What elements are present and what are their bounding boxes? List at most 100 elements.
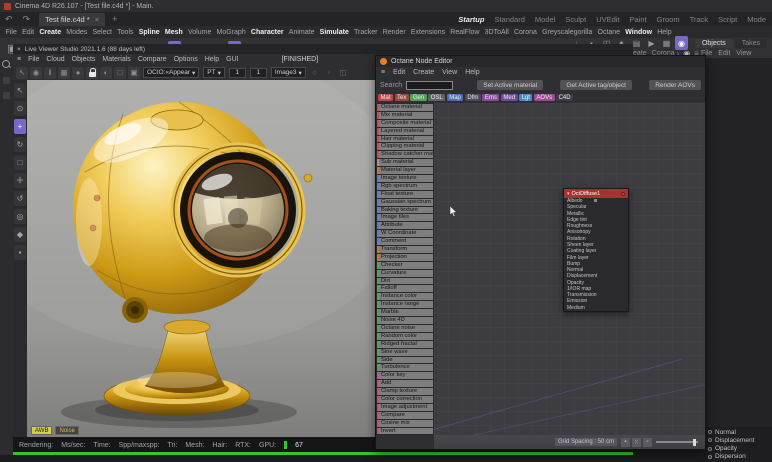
node-type-item[interactable]: Cosine mix: [377, 420, 433, 427]
get-active-tag-button[interactable]: Get Active tag/object: [560, 80, 632, 90]
zoom-slider[interactable]: [656, 441, 698, 443]
category-chip[interactable]: Gen: [410, 94, 426, 101]
ne-menu-item[interactable]: Edit: [393, 69, 405, 76]
node-type-item[interactable]: Transform: [377, 246, 433, 253]
node-color-dot[interactable]: [621, 192, 625, 196]
category-chip[interactable]: Mat: [378, 94, 393, 101]
node-type-item[interactable]: Sub material: [377, 159, 433, 166]
lv-menu-item[interactable]: Materials: [102, 56, 130, 63]
render-aovs-button[interactable]: Render AOVs: [649, 80, 701, 90]
close-tab-icon[interactable]: ×: [95, 15, 99, 24]
palette-tool-icon[interactable]: [3, 77, 10, 84]
node-type-item[interactable]: Image tiles: [377, 214, 433, 221]
node-type-item[interactable]: Mix material: [377, 112, 433, 119]
layout-tab[interactable]: Track: [690, 15, 708, 24]
pick-material-icon[interactable]: ●: [72, 67, 84, 79]
menu-item[interactable]: Tracker: [351, 29, 380, 36]
node-type-item[interactable]: Composite material: [377, 120, 433, 127]
lv-menu-item[interactable]: Compare: [138, 56, 167, 63]
layout-tab[interactable]: Standard: [494, 15, 524, 24]
ne-menu-item[interactable]: Help: [465, 69, 479, 76]
node-type-item[interactable]: Float texture: [377, 191, 433, 198]
category-chip[interactable]: Ems: [482, 94, 499, 101]
om-menu-item[interactable]: Edit: [718, 50, 730, 57]
menu-item[interactable]: Corona: [511, 29, 539, 36]
lv-menu-item[interactable]: GUI: [226, 56, 238, 63]
category-chip[interactable]: Map: [447, 94, 464, 101]
camera-lock-icon[interactable]: ◉: [30, 67, 42, 79]
node-type-item[interactable]: Instance range: [377, 301, 433, 308]
node-type-item[interactable]: Material layer: [377, 167, 433, 174]
node-type-item[interactable]: Octane noise: [377, 325, 433, 332]
fit-view-icon[interactable]: ▫: [643, 438, 652, 447]
menu-item[interactable]: Greyscalegorilla: [540, 29, 595, 36]
redo-icon[interactable]: ↷: [18, 14, 36, 25]
node-type-item[interactable]: Shadow catcher mat: [377, 151, 433, 158]
menu-item[interactable]: Help: [655, 29, 675, 36]
scale-tool-icon[interactable]: □: [14, 155, 26, 170]
layout-tab[interactable]: Mode: [747, 15, 766, 24]
compare-icon[interactable]: ◐: [100, 67, 112, 79]
lock-icon[interactable]: [86, 67, 98, 79]
pointer-tool-icon[interactable]: ↖: [14, 83, 26, 98]
clay-mode-icon[interactable]: □: [114, 67, 126, 79]
layout-tab[interactable]: Paint: [630, 15, 647, 24]
orbit-tool-icon[interactable]: ↺: [14, 191, 26, 206]
set-active-material-button[interactable]: Set Active material: [477, 80, 543, 90]
search-icon[interactable]: [2, 60, 11, 69]
menu-item[interactable]: Edit: [19, 29, 36, 36]
node-header[interactable]: ▾ OctDiffuse1: [564, 189, 628, 198]
ne-hamburger-icon[interactable]: ≡: [381, 69, 385, 76]
menu-item[interactable]: Mesh: [162, 29, 185, 36]
kernel-dropdown[interactable]: PT▾: [203, 67, 225, 78]
node-parameter-row[interactable]: + Medium: [564, 305, 628, 311]
menu-item[interactable]: 3DToAll: [482, 29, 511, 36]
undo-icon[interactable]: ↶: [0, 14, 18, 25]
pan-tool-icon[interactable]: ✛: [14, 173, 26, 188]
lv-hamburger-icon[interactable]: ≡: [17, 56, 21, 63]
menu-item[interactable]: Spline: [136, 29, 162, 36]
menu-item[interactable]: Modes: [64, 29, 90, 36]
menu-item[interactable]: RealFlow: [448, 29, 482, 36]
node-type-item[interactable]: Attribute: [377, 222, 433, 229]
lv-menu-item[interactable]: Help: [205, 56, 219, 63]
node-type-item[interactable]: Turbulence: [377, 364, 433, 371]
menu-item[interactable]: Create: [37, 29, 64, 36]
node-type-item[interactable]: Sine wave: [377, 349, 433, 356]
node-type-item[interactable]: Layered material: [377, 128, 433, 135]
menu-item[interactable]: Octane: [595, 29, 623, 36]
menu-item[interactable]: Tools: [115, 29, 137, 36]
aov-icon[interactable]: ▫: [323, 67, 335, 79]
category-chip[interactable]: OSL: [428, 94, 445, 101]
node-type-item[interactable]: Compare: [377, 412, 433, 419]
palette-tool-icon[interactable]: [3, 92, 10, 99]
node-type-item[interactable]: Ridged fractal: [377, 341, 433, 348]
node-type-item[interactable]: Color correction: [377, 396, 433, 403]
layout-tab[interactable]: Startup: [458, 15, 484, 24]
menu-item[interactable]: MoGraph: [214, 29, 248, 36]
ne-menu-item[interactable]: View: [442, 69, 457, 76]
close-icon[interactable]: ×: [17, 46, 21, 53]
node-type-item[interactable]: Gaussian spectrum: [377, 199, 433, 206]
select-arrow-icon[interactable]: ↖: [16, 67, 28, 79]
material-node[interactable]: ▾ OctDiffuse1 + Albedo: [563, 188, 629, 312]
category-chip[interactable]: Lgt: [519, 94, 532, 101]
res-field-a[interactable]: 1: [229, 68, 246, 78]
node-type-item[interactable]: Side: [377, 357, 433, 364]
ocio-dropdown[interactable]: OCIO:«Appear▾: [143, 67, 199, 78]
node-type-item[interactable]: Octane material: [377, 104, 433, 111]
tile-view-icon[interactable]: ⁙: [632, 438, 641, 447]
focus-tool-icon[interactable]: ◎: [14, 209, 26, 224]
menu-item[interactable]: Character: [248, 29, 286, 36]
camera-tool-icon[interactable]: ▪: [14, 245, 26, 260]
pass-dropdown[interactable]: Image3▾: [271, 67, 306, 78]
menu-item[interactable]: Window: [623, 29, 655, 36]
background-icon[interactable]: ▣: [128, 67, 140, 79]
node-type-item[interactable]: Random color: [377, 333, 433, 340]
node-type-item[interactable]: Instance color: [377, 293, 433, 300]
menu-item[interactable]: Simulate: [317, 29, 351, 36]
category-chip[interactable]: C4D: [556, 94, 573, 101]
res-field-b[interactable]: 1: [250, 68, 267, 78]
layout-tab[interactable]: Sculpt: [565, 15, 586, 24]
node-type-item[interactable]: Curvature: [377, 270, 433, 277]
